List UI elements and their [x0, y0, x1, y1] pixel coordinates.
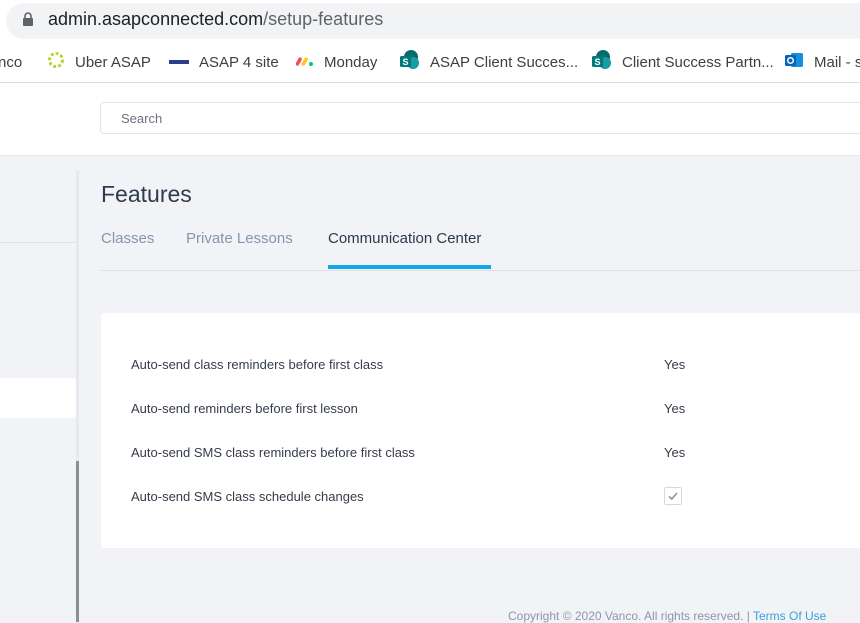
sidebar-divider [0, 242, 78, 243]
sms-schedule-changes-checkbox[interactable] [664, 487, 682, 505]
tab-communication-center[interactable]: Communication Center [328, 230, 481, 247]
bookmark-asap-client-success[interactable]: S ASAP Client Succes... [398, 42, 578, 82]
asap-logo-icon [169, 54, 189, 71]
bookmark-uber-asap[interactable]: Uber ASAP [47, 42, 151, 82]
svg-text:S: S [594, 57, 600, 67]
bookmark-asap-4-site[interactable]: ASAP 4 site [169, 42, 279, 82]
svg-text:S: S [402, 57, 408, 67]
lock-icon[interactable] [22, 12, 34, 26]
checkmark-icon [668, 492, 678, 501]
setting-value-class-reminders: Yes [664, 357, 686, 372]
tabs-divider [101, 270, 860, 271]
footer: Copyright © 2020 Vanco. All rights reser… [508, 609, 826, 623]
url-path: /setup-features [263, 9, 384, 29]
sidebar-item-active[interactable] [0, 378, 77, 418]
outlook-icon [784, 50, 804, 74]
active-tab-indicator [328, 265, 491, 269]
sidebar [0, 156, 78, 622]
sharepoint-icon: S [590, 49, 612, 75]
bookmark-label: Monday [324, 53, 378, 71]
bookmark-label: Uber ASAP [75, 53, 151, 71]
browser-url-bar: admin.asapconnected.com/setup-features [0, 0, 860, 42]
monday-icon [295, 54, 314, 71]
uber-asap-icon [47, 51, 65, 73]
setting-value-lesson-reminders: Yes [664, 401, 686, 416]
bookmarks-bar: nco Uber ASAP ASAP 4 site Monday S ASAP … [0, 42, 860, 83]
bookmark-label: Client Success Partn... [622, 53, 774, 71]
tab-classes[interactable]: Classes [101, 230, 154, 247]
bookmark-client-success-partner[interactable]: S Client Success Partn... [590, 42, 774, 82]
setting-label-lesson-reminders: Auto-send reminders before first lesson [131, 401, 358, 416]
tab-private-lessons[interactable]: Private Lessons [186, 230, 293, 247]
page-title: Features [101, 181, 192, 207]
bookmark-mail[interactable]: Mail - s [784, 42, 860, 82]
app-header [0, 83, 860, 156]
search-input[interactable] [100, 102, 860, 134]
bookmark-label: nco [0, 53, 23, 71]
sharepoint-icon: S [398, 49, 420, 75]
copyright-text: Copyright © 2020 Vanco. All rights reser… [508, 609, 750, 623]
terms-of-use-link[interactable]: Terms Of Use [753, 609, 826, 623]
setting-label-class-reminders: Auto-send class reminders before first c… [131, 357, 384, 372]
bookmark-label: Mail - s [814, 53, 860, 71]
bookmark-vanco[interactable]: nco [0, 42, 22, 82]
scrollbar[interactable] [76, 461, 79, 622]
url-host: admin.asapconnected.com [48, 9, 264, 29]
bookmark-label: ASAP 4 site [199, 53, 279, 71]
url-text[interactable]: admin.asapconnected.com/setup-features [48, 9, 383, 30]
setting-label-sms-reminders: Auto-send SMS class reminders before fir… [131, 445, 415, 460]
bookmark-label: ASAP Client Succes... [430, 53, 579, 71]
setting-value-sms-reminders: Yes [664, 445, 686, 460]
settings-card [101, 313, 860, 548]
setting-label-sms-schedule-changes: Auto-send SMS class schedule changes [131, 489, 364, 504]
bookmark-monday[interactable]: Monday [295, 42, 378, 82]
